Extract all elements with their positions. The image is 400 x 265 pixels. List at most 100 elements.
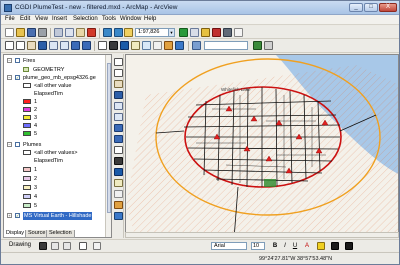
visibility-checkbox[interactable]: ✓ (15, 75, 20, 80)
hyperlink-icon[interactable] (164, 41, 173, 50)
select-elements-icon[interactable] (109, 41, 118, 50)
map-display[interactable]: Whitefish Lake (125, 54, 399, 238)
zoom-out-icon[interactable] (16, 41, 25, 50)
font-name-combo[interactable]: Arial (211, 242, 247, 250)
arccatalog-icon[interactable] (201, 28, 210, 37)
rectangle-icon[interactable] (79, 242, 87, 250)
collapse-icon[interactable]: − (7, 75, 12, 80)
rotate-icon[interactable] (51, 242, 59, 250)
italic-button[interactable]: I (281, 242, 289, 250)
maximize-button[interactable]: □ (364, 3, 378, 12)
open-folder-icon[interactable] (16, 28, 25, 37)
map-horizontal-scrollbar[interactable] (125, 232, 399, 238)
toc-row-fires[interactable]: − Fires (4, 57, 104, 65)
delete-icon[interactable] (87, 28, 96, 37)
zoom-to-selected-icon[interactable] (63, 242, 71, 250)
menu-tools[interactable]: Tools (102, 16, 116, 22)
layer-icon[interactable] (192, 41, 201, 50)
georeferencing-icon[interactable] (253, 41, 262, 50)
underline-button[interactable]: U (291, 242, 299, 250)
visibility-checkbox[interactable] (15, 58, 20, 63)
editor-toolbar-icon[interactable] (179, 28, 188, 37)
map-canvas[interactable]: Whitefish Lake (126, 55, 399, 238)
add-data-icon[interactable] (124, 28, 133, 37)
font-color-button[interactable]: A (303, 242, 311, 250)
redo-icon[interactable] (114, 28, 123, 37)
visibility-checkbox[interactable] (15, 142, 20, 147)
back-extent-icon[interactable] (71, 41, 80, 50)
measure-icon[interactable] (153, 41, 162, 50)
layer-combo[interactable] (204, 41, 248, 50)
menu-edit[interactable]: Edit (20, 16, 30, 22)
copy-icon[interactable] (65, 28, 74, 37)
fixed-zoom-out-icon[interactable] (114, 113, 123, 121)
fixed-zoom-in-icon[interactable] (49, 41, 58, 50)
toc-window-icon[interactable] (190, 28, 199, 37)
new-document-icon[interactable] (5, 28, 14, 37)
collapse-icon[interactable]: − (7, 58, 12, 63)
zoom-in-icon[interactable] (114, 58, 123, 66)
full-extent-icon[interactable] (114, 91, 123, 99)
paste-icon[interactable] (76, 28, 85, 37)
identify-icon[interactable] (120, 41, 129, 50)
bold-button[interactable]: B (271, 242, 279, 250)
text-tool-icon[interactable] (93, 242, 101, 250)
tab-source[interactable]: Source (25, 230, 49, 238)
command-line-icon[interactable] (223, 28, 232, 37)
find-icon[interactable] (114, 179, 123, 187)
forward-extent-icon[interactable] (114, 135, 123, 143)
measure-icon[interactable] (114, 190, 123, 198)
forward-extent-icon[interactable] (82, 41, 91, 50)
select-features-icon[interactable] (114, 146, 123, 154)
toc-row-basemap[interactable]: + ✓ MS Virtual Earth - Hillshade (4, 212, 104, 220)
collapse-icon[interactable]: − (7, 142, 12, 147)
select-elements-icon[interactable] (39, 242, 47, 250)
go-to-xy-icon[interactable] (142, 41, 151, 50)
line-color-icon[interactable] (331, 242, 339, 250)
undo-icon[interactable] (103, 28, 112, 37)
save-icon[interactable] (27, 28, 36, 37)
toc-scrollbar-thumb[interactable] (107, 63, 111, 213)
toc-row-plume-geo[interactable]: − ✓ plume_geo_mb_epsg4326.ge (4, 74, 104, 82)
select-features-icon[interactable] (98, 41, 107, 50)
menu-window[interactable]: Window (120, 16, 141, 22)
minimize-button[interactable]: _ (349, 3, 363, 12)
menu-help[interactable]: Help (144, 16, 156, 22)
toc-row-plumes[interactable]: − Plumes (4, 141, 104, 149)
back-extent-icon[interactable] (114, 124, 123, 132)
toc-scrollbar[interactable] (105, 55, 111, 237)
close-button[interactable]: X (379, 3, 397, 12)
zoom-out-icon[interactable] (114, 69, 123, 77)
fixed-zoom-in-icon[interactable] (114, 102, 123, 110)
whats-this-icon[interactable] (234, 28, 243, 37)
pan-icon[interactable] (114, 80, 123, 88)
menu-view[interactable]: View (35, 16, 48, 22)
map-scale-combo[interactable]: 1:97,826 ▼ (135, 28, 175, 37)
fit-to-display-icon[interactable] (264, 41, 273, 50)
hyperlink-icon[interactable] (114, 201, 123, 209)
full-extent-icon[interactable] (38, 41, 47, 50)
select-elements-icon[interactable] (114, 157, 123, 165)
visibility-checkbox[interactable]: ✓ (15, 213, 20, 218)
fill-color-icon[interactable] (317, 242, 325, 250)
identify-icon[interactable] (114, 168, 123, 176)
arcmap-app-icon[interactable] (4, 4, 12, 12)
title-bar[interactable]: CGDI PlumeTest - new - filtered.mxd - Ar… (1, 1, 399, 15)
fixed-zoom-out-icon[interactable] (60, 41, 69, 50)
chevron-down-icon[interactable]: ▼ (168, 29, 174, 36)
pan-icon[interactable] (27, 41, 36, 50)
drawing-menu[interactable]: Drawing (9, 242, 31, 248)
menu-insert[interactable]: Insert (52, 16, 67, 22)
menu-selection[interactable]: Selection (73, 16, 98, 22)
time-slider-icon[interactable] (114, 212, 123, 220)
menu-file[interactable]: File (5, 16, 15, 22)
find-icon[interactable] (131, 41, 140, 50)
arctoolbox-icon[interactable] (212, 28, 221, 37)
tab-selection[interactable]: Selection (46, 230, 75, 238)
expand-icon[interactable]: + (7, 213, 12, 218)
print-icon[interactable] (38, 28, 47, 37)
zoom-in-icon[interactable] (5, 41, 14, 50)
tab-display[interactable]: Display (3, 230, 28, 238)
marker-color-icon[interactable] (345, 242, 353, 250)
font-size-combo[interactable]: 10 (251, 242, 265, 250)
